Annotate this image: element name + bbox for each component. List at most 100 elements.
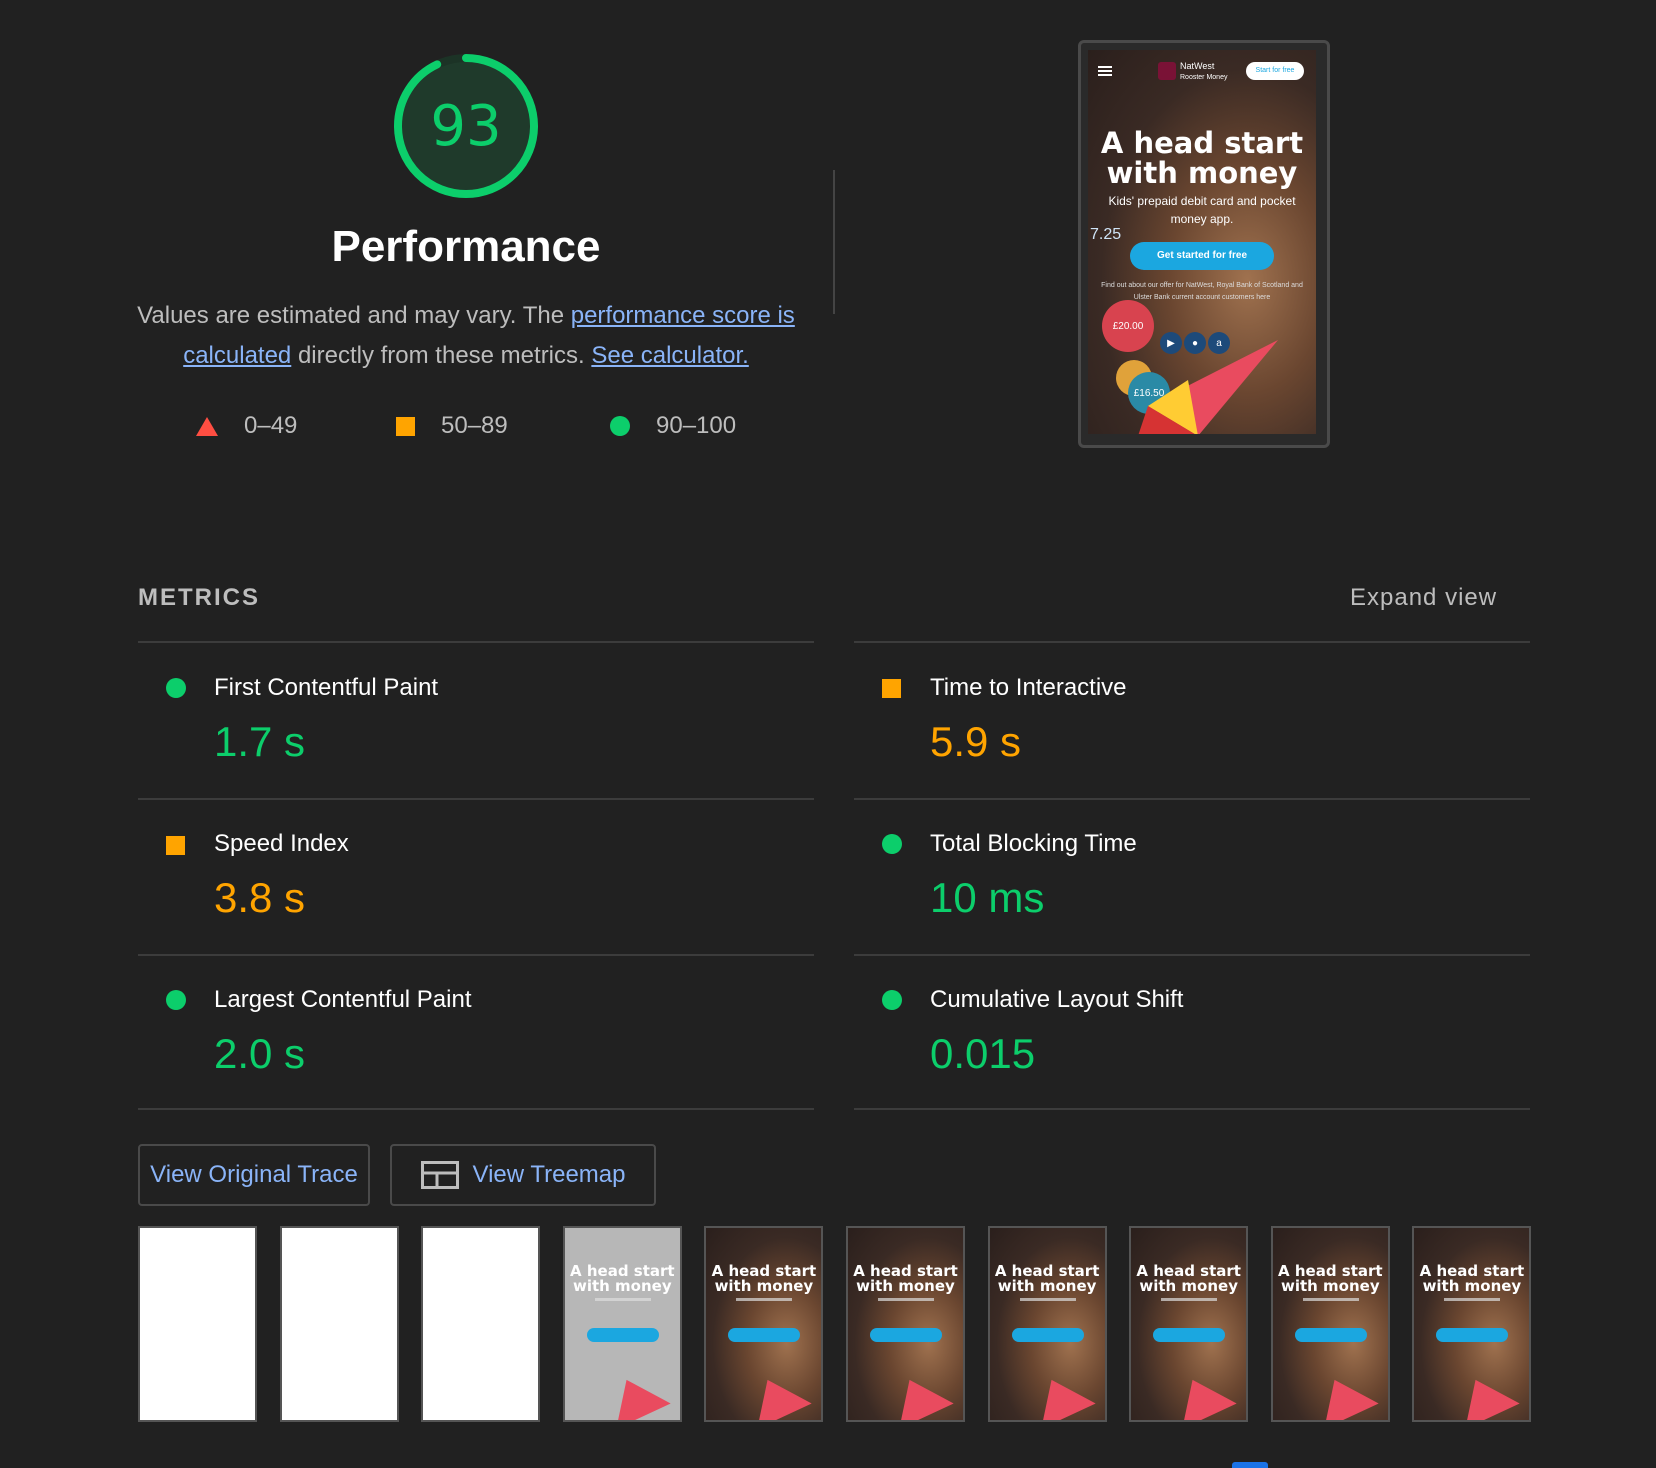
- frame-subtitle-bar: [878, 1298, 934, 1301]
- square-orange-icon: [396, 416, 415, 436]
- filmstrip-frame[interactable]: A head start with money: [704, 1226, 824, 1422]
- legend-label: 50–89: [441, 412, 508, 439]
- divider: [854, 1108, 1530, 1110]
- pass-circle-icon: [882, 990, 902, 1010]
- treemap-icon: [420, 1161, 459, 1189]
- metric-cumulative-layout-shift: Cumulative Layout Shift: [930, 986, 1184, 1013]
- metric-value: 0.015: [930, 1030, 1036, 1077]
- legend-average: 50–89: [396, 412, 508, 440]
- site-header: NatWest Rooster Money Start for free: [1088, 58, 1316, 84]
- metric-value: 10 ms: [930, 874, 1045, 921]
- filmstrip-frame[interactable]: [279, 1226, 399, 1422]
- divider: [854, 641, 1530, 643]
- metric-value: 1.7 s: [214, 718, 306, 765]
- circle-green-icon: [610, 416, 630, 436]
- frame-cta-bar: [1153, 1328, 1226, 1342]
- metric-time-to-interactive: Time to Interactive: [930, 674, 1127, 701]
- divider: [138, 798, 814, 800]
- frame-hero-title: A head start with money: [994, 1262, 1100, 1295]
- frame-decoration: [740, 1367, 813, 1420]
- frame-cta-bar: [870, 1328, 942, 1342]
- legend-pass: 90–100: [610, 412, 736, 440]
- filmstrip-frame[interactable]: A head start with money: [846, 1226, 965, 1422]
- frame-subtitle-bar: [1302, 1298, 1359, 1301]
- description-text: Values are estimated and may vary. The: [137, 302, 571, 329]
- final-screenshot[interactable]: NatWest Rooster Money Start for free A h…: [1088, 50, 1316, 434]
- frame-hero-title: A head start with money: [1136, 1262, 1241, 1295]
- filmstrip-frame[interactable]: [138, 1226, 257, 1422]
- frame-subtitle-bar: [736, 1298, 793, 1301]
- get-started-button: Get started for free: [1130, 242, 1274, 270]
- divider: [833, 170, 835, 314]
- frame-cta-bar: [1436, 1328, 1509, 1342]
- frame-hero-title: A head start with money: [570, 1262, 675, 1295]
- legend-fail: 0–49: [196, 412, 297, 440]
- filmstrip-frame[interactable]: A head start with money: [1270, 1226, 1390, 1422]
- divider: [138, 641, 814, 643]
- description-text-2: directly from these metrics.: [291, 342, 592, 369]
- frame-cta-bar: [1011, 1328, 1084, 1342]
- view-treemap-label: View Treemap: [472, 1161, 626, 1188]
- metric-value: 2.0 s: [214, 1030, 306, 1077]
- filmstrip-frame[interactable]: [421, 1226, 541, 1422]
- natwest-logo: [1158, 62, 1176, 80]
- frame-decoration: [1307, 1367, 1379, 1420]
- divider: [138, 954, 814, 956]
- frame-cta-bar: [728, 1328, 801, 1342]
- start-for-free-button: Start for free: [1246, 62, 1304, 80]
- filmstrip-frame[interactable]: A head start with money: [1412, 1226, 1532, 1422]
- frame-hero-title: A head start with money: [711, 1262, 817, 1295]
- divider: [854, 798, 1530, 800]
- frame-hero-title: A head start with money: [1278, 1262, 1383, 1295]
- view-original-trace-button[interactable]: View Original Trace: [138, 1144, 370, 1206]
- hero-title: A head start with money: [1100, 126, 1304, 190]
- brand-name: NatWest Rooster Money: [1180, 62, 1227, 82]
- frame-cta-bar: [1294, 1328, 1367, 1342]
- pass-circle-icon: [166, 990, 186, 1010]
- side-value: 7.25: [1090, 226, 1122, 243]
- frame-subtitle-bar: [1444, 1298, 1501, 1301]
- legend-label: 90–100: [656, 412, 737, 439]
- filmstrip-frame[interactable]: A head start with money: [987, 1226, 1107, 1422]
- decorative-shapes: [1138, 340, 1278, 434]
- filmstrip-frame[interactable]: A head start with money: [1129, 1226, 1249, 1422]
- brand-line-2: Rooster Money: [1180, 74, 1228, 81]
- category-title: Performance: [331, 222, 601, 271]
- frame-hero-title: A head start with money: [1419, 1262, 1525, 1295]
- average-square-icon: [166, 836, 185, 855]
- see-calculator-link[interactable]: See calculator.: [591, 342, 748, 369]
- hamburger-menu-icon: [1098, 66, 1112, 76]
- pass-circle-icon: [166, 678, 186, 698]
- average-square-icon: [882, 679, 901, 698]
- expand-view-toggle[interactable]: Expand view: [1350, 584, 1497, 612]
- metric-value: 5.9 s: [930, 718, 1022, 765]
- metric-first-contentful-paint: First Contentful Paint: [214, 674, 439, 701]
- metrics-heading: METRICS: [138, 584, 260, 611]
- pass-circle-icon: [882, 834, 902, 854]
- scroll-indicator: [1232, 1462, 1268, 1468]
- frame-subtitle-bar: [1161, 1298, 1218, 1301]
- frame-decoration: [599, 1367, 671, 1420]
- triangle-red-icon: [196, 416, 218, 436]
- frame-decoration: [1165, 1367, 1237, 1420]
- frame-decoration: [882, 1367, 954, 1420]
- frame-decoration: [1023, 1367, 1096, 1420]
- hero-subtitle: Kids' prepaid debit card and pocket mone…: [1108, 194, 1296, 226]
- frame-subtitle-bar: [1019, 1298, 1076, 1301]
- legend-label: 0–49: [244, 412, 298, 439]
- divider: [854, 954, 1530, 956]
- score-description: Values are estimated and may vary. The p…: [136, 296, 796, 376]
- brand-line-1: NatWest: [1180, 61, 1215, 71]
- score-value: 93: [430, 93, 502, 159]
- metric-speed-index: Speed Index: [214, 830, 349, 857]
- metric-value: 3.8 s: [214, 874, 306, 921]
- filmstrip-frame[interactable]: A head start with money: [562, 1226, 682, 1422]
- frame-cta-bar: [586, 1328, 659, 1342]
- frame-hero-title: A head start with money: [853, 1262, 958, 1295]
- divider: [138, 1108, 814, 1110]
- metric-largest-contentful-paint: Largest Contentful Paint: [214, 986, 472, 1013]
- metric-total-blocking-time: Total Blocking Time: [930, 830, 1137, 857]
- frame-subtitle-bar: [594, 1298, 651, 1301]
- view-treemap-button[interactable]: View Treemap: [390, 1144, 656, 1206]
- frame-decoration: [1448, 1367, 1521, 1420]
